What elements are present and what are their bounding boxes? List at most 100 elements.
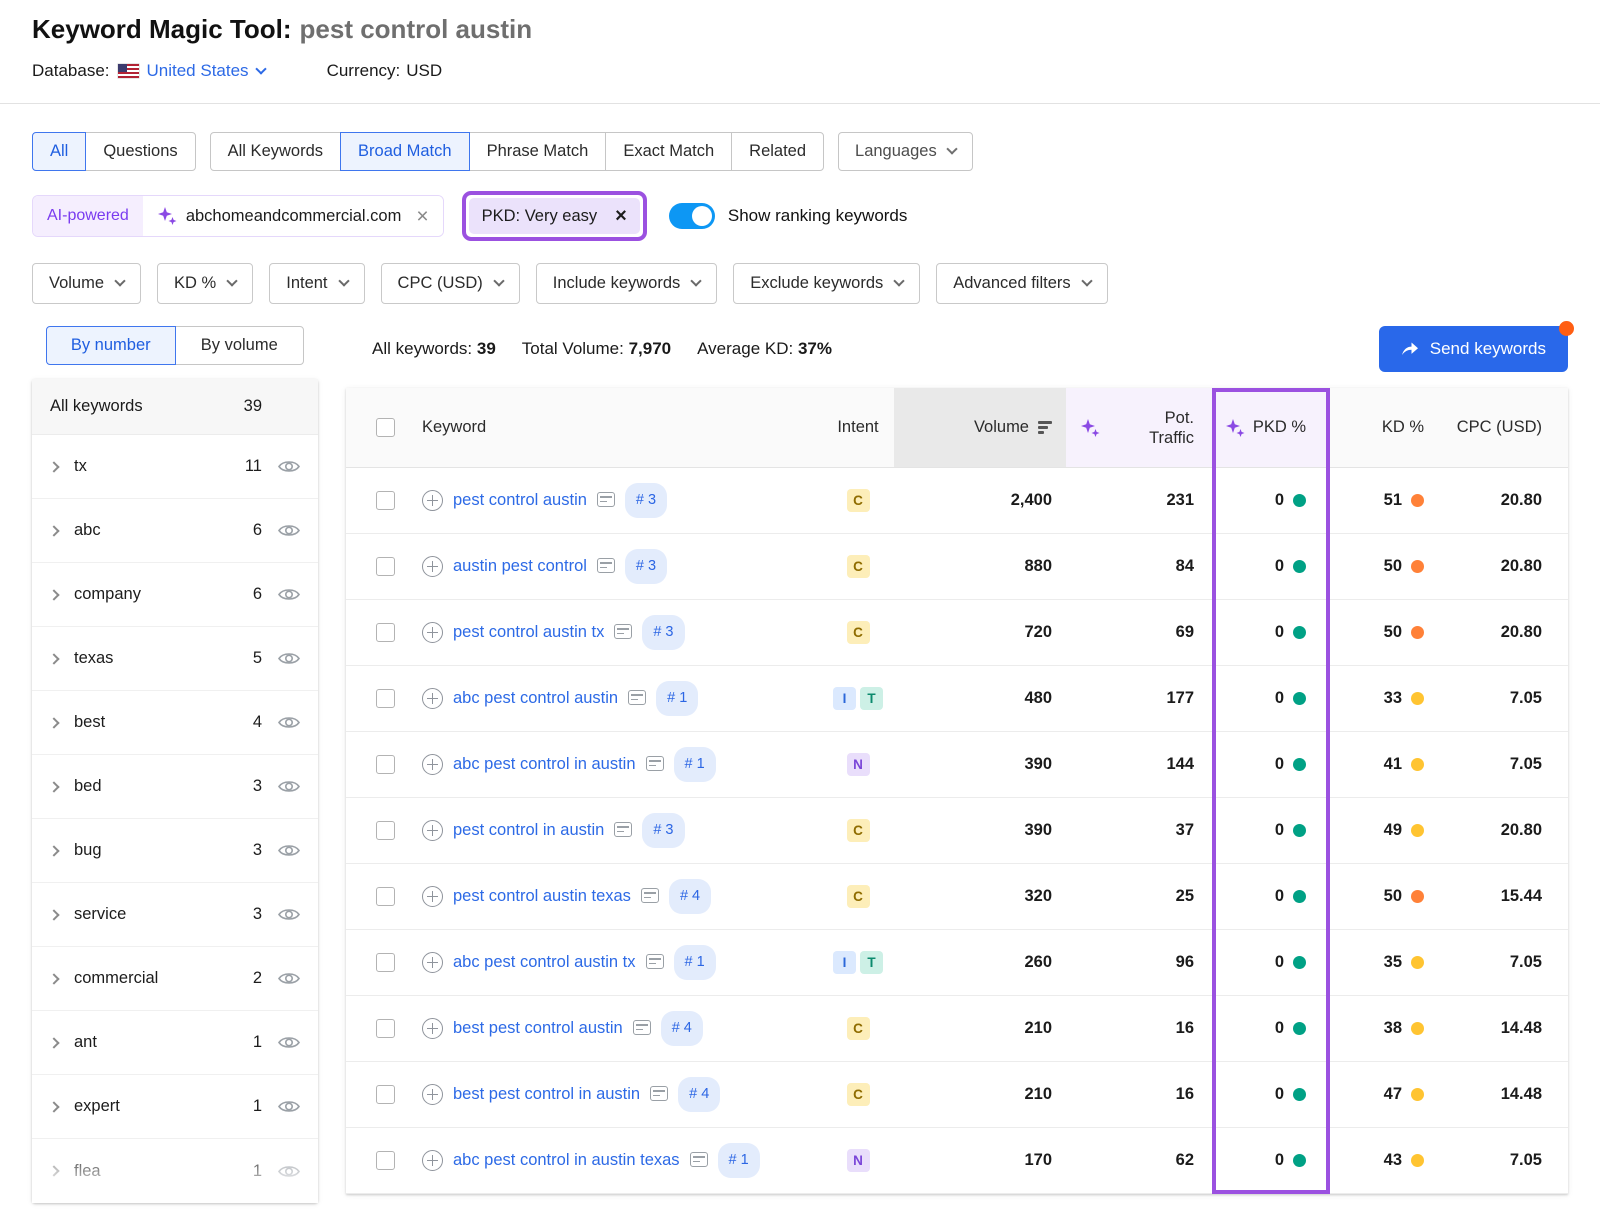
scope-tab[interactable]: Questions	[85, 132, 195, 171]
keyword-group-row[interactable]: bug 3	[32, 819, 318, 883]
row-checkbox[interactable]	[376, 689, 395, 708]
clear-domain-icon[interactable]: ×	[416, 206, 428, 227]
filter-dropdown[interactable]: Volume	[32, 263, 141, 304]
keyword-group-row[interactable]: commercial 2	[32, 947, 318, 1011]
add-keyword-icon[interactable]	[422, 622, 443, 643]
eye-icon[interactable]	[278, 459, 300, 474]
column-header-cpc[interactable]: CPC (USD)	[1440, 388, 1568, 467]
scope-tab[interactable]: All	[32, 132, 86, 171]
add-keyword-icon[interactable]	[422, 556, 443, 577]
keyword-group-row[interactable]: flea 1	[32, 1139, 318, 1203]
keyword-link[interactable]: pest control austin tx	[453, 623, 604, 641]
keyword-group-row[interactable]: abc 6	[32, 499, 318, 563]
row-checkbox[interactable]	[376, 755, 395, 774]
keyword-link[interactable]: abc pest control austin	[453, 689, 618, 707]
eye-icon[interactable]	[278, 1164, 300, 1179]
filter-dropdown[interactable]: Exclude keywords	[733, 263, 920, 304]
serp-features-icon[interactable]	[690, 1152, 708, 1167]
keyword-link[interactable]: austin pest control	[453, 557, 587, 575]
filter-dropdown[interactable]: Advanced filters	[936, 263, 1107, 304]
column-header-volume[interactable]: Volume	[894, 388, 1066, 467]
keyword-link[interactable]: abc pest control austin tx	[453, 953, 636, 971]
keyword-group-row[interactable]: company 6	[32, 563, 318, 627]
position-badge[interactable]: # 3	[642, 615, 684, 650]
match-type-tab[interactable]: Related	[731, 132, 824, 171]
filter-dropdown[interactable]: CPC (USD)	[381, 263, 520, 304]
position-badge[interactable]: # 1	[674, 945, 716, 980]
keyword-link[interactable]: abc pest control in austin	[453, 755, 636, 773]
serp-features-icon[interactable]	[641, 888, 659, 903]
domain-filter-input[interactable]: abchomeandcommercial.com ×	[143, 196, 443, 236]
keyword-group-row[interactable]: expert 1	[32, 1075, 318, 1139]
eye-icon[interactable]	[278, 843, 300, 858]
eye-icon[interactable]	[278, 523, 300, 538]
column-header-kd[interactable]: KD %	[1328, 388, 1440, 467]
serp-features-icon[interactable]	[614, 624, 632, 639]
filter-dropdown[interactable]: Include keywords	[536, 263, 717, 304]
keyword-group-row[interactable]: best 4	[32, 691, 318, 755]
row-checkbox[interactable]	[376, 1151, 395, 1170]
eye-icon[interactable]	[278, 651, 300, 666]
eye-icon[interactable]	[278, 1035, 300, 1050]
serp-features-icon[interactable]	[597, 558, 615, 573]
keyword-group-row[interactable]: service 3	[32, 883, 318, 947]
add-keyword-icon[interactable]	[422, 1018, 443, 1039]
position-badge[interactable]: # 1	[718, 1143, 760, 1178]
row-checkbox[interactable]	[376, 623, 395, 642]
serp-features-icon[interactable]	[614, 822, 632, 837]
clear-pkd-icon[interactable]: ×	[615, 206, 627, 226]
select-all-checkbox[interactable]	[376, 418, 395, 437]
row-checkbox[interactable]	[376, 1019, 395, 1038]
keyword-link[interactable]: pest control austin	[453, 491, 587, 509]
match-type-tab[interactable]: All Keywords	[210, 132, 341, 171]
position-badge[interactable]: # 4	[669, 879, 711, 914]
add-keyword-icon[interactable]	[422, 886, 443, 907]
serp-features-icon[interactable]	[628, 690, 646, 705]
eye-icon[interactable]	[278, 971, 300, 986]
add-keyword-icon[interactable]	[422, 820, 443, 841]
eye-icon[interactable]	[278, 587, 300, 602]
eye-icon[interactable]	[278, 907, 300, 922]
row-checkbox[interactable]	[376, 491, 395, 510]
keyword-group-row[interactable]: tx 11	[32, 435, 318, 499]
match-type-tab[interactable]: Exact Match	[605, 132, 732, 171]
column-header-intent[interactable]: Intent	[822, 388, 894, 467]
column-header-potential-traffic[interactable]: Pot. Traffic	[1066, 388, 1214, 467]
position-badge[interactable]: # 3	[625, 549, 667, 584]
filter-dropdown[interactable]: Intent	[269, 263, 364, 304]
add-keyword-icon[interactable]	[422, 1084, 443, 1105]
keyword-link[interactable]: pest control austin texas	[453, 887, 631, 905]
match-type-tab[interactable]: Phrase Match	[469, 132, 607, 171]
column-header-pkd[interactable]: PKD %	[1214, 388, 1328, 467]
keyword-link[interactable]: best pest control in austin	[453, 1085, 640, 1103]
pkd-filter-chip[interactable]: PKD: Very easy ×	[469, 198, 640, 234]
eye-icon[interactable]	[278, 1099, 300, 1114]
keyword-group-row[interactable]: bed 3	[32, 755, 318, 819]
keyword-group-row[interactable]: ant 1	[32, 1011, 318, 1075]
sidebar-view-tab[interactable]: By number	[46, 326, 176, 365]
row-checkbox[interactable]	[376, 953, 395, 972]
add-keyword-icon[interactable]	[422, 952, 443, 973]
eye-icon[interactable]	[278, 715, 300, 730]
match-type-tab[interactable]: Broad Match	[340, 132, 470, 171]
row-checkbox[interactable]	[376, 557, 395, 576]
eye-icon[interactable]	[278, 779, 300, 794]
keyword-link[interactable]: best pest control austin	[453, 1019, 623, 1037]
serp-features-icon[interactable]	[650, 1086, 668, 1101]
database-selector[interactable]: United States	[147, 61, 265, 81]
position-badge[interactable]: # 4	[678, 1077, 720, 1112]
position-badge[interactable]: # 1	[674, 747, 716, 782]
position-badge[interactable]: # 1	[656, 681, 698, 716]
add-keyword-icon[interactable]	[422, 1150, 443, 1171]
keyword-group-row[interactable]: texas 5	[32, 627, 318, 691]
serp-features-icon[interactable]	[633, 1020, 651, 1035]
add-keyword-icon[interactable]	[422, 688, 443, 709]
position-badge[interactable]: # 3	[625, 483, 667, 518]
serp-features-icon[interactable]	[646, 954, 664, 969]
add-keyword-icon[interactable]	[422, 754, 443, 775]
keyword-link[interactable]: pest control in austin	[453, 821, 604, 839]
send-keywords-button[interactable]: Send keywords	[1379, 326, 1568, 372]
serp-features-icon[interactable]	[597, 492, 615, 507]
languages-dropdown[interactable]: Languages	[838, 132, 973, 171]
position-badge[interactable]: # 3	[642, 813, 684, 848]
